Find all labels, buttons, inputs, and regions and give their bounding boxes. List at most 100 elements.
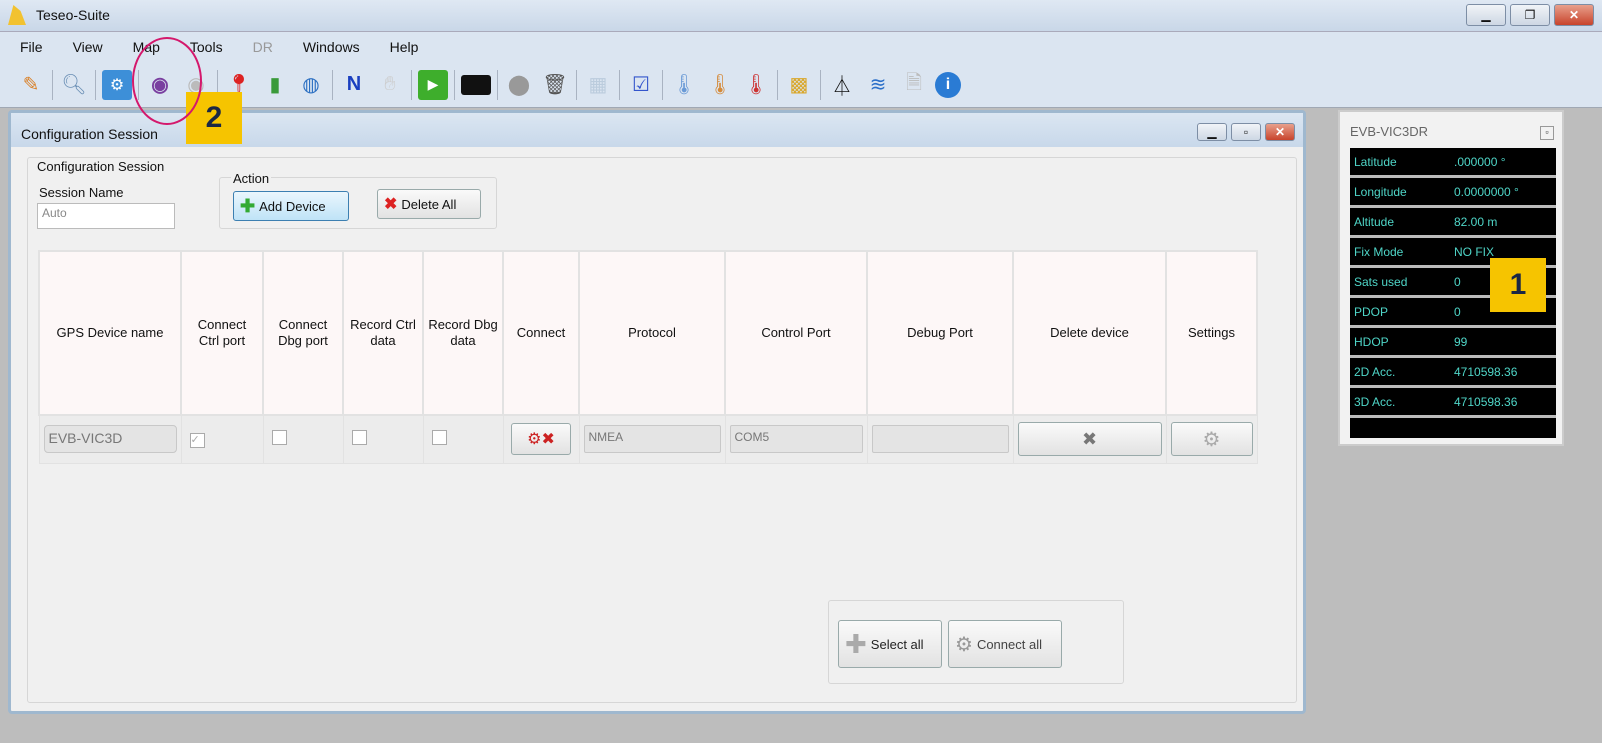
gps-label: HDOP	[1354, 334, 1389, 349]
col-record-dbg-data: Record Dbg data	[422, 250, 504, 416]
session-name-label: Session Name	[39, 185, 124, 200]
gps-label: PDOP	[1354, 304, 1389, 319]
n-icon[interactable]: N	[339, 70, 369, 100]
device-table: GPS Device name Connect Ctrl port Connec…	[38, 250, 1258, 464]
window-close-button[interactable]: ✕	[1265, 123, 1295, 141]
col-delete-device: Delete device	[1012, 250, 1167, 416]
database-icon[interactable]: ⬤	[504, 70, 534, 100]
plus-icon: ✚	[845, 628, 867, 659]
col-connect: Connect	[502, 250, 580, 416]
gps-label: 2D Acc.	[1354, 364, 1396, 379]
gps-value: 99	[1454, 334, 1468, 349]
gps-label: Fix Mode	[1354, 244, 1404, 259]
delete-icon: ✖	[384, 196, 398, 213]
play-icon[interactable]: ▶	[418, 69, 448, 100]
col-gps-device-name: GPS Device name	[38, 250, 182, 416]
gps-value: .000000 °	[1454, 154, 1506, 169]
col-control-port: Control Port	[724, 250, 868, 416]
gps-row: Altitude 82.00 m	[1350, 208, 1556, 238]
map2-icon[interactable]: ▩	[784, 70, 814, 100]
app-icon	[8, 5, 26, 25]
table-row: EVB-VIC3D ✓ ⚙✖ NMEA COM5 ✖ ⚙	[38, 414, 1258, 464]
gps-row: HDOP 99	[1350, 328, 1556, 358]
trash-icon[interactable]: 🗑︎	[540, 70, 570, 100]
device-name-field[interactable]: EVB-VIC3D	[43, 425, 177, 454]
search-icon[interactable]: 🔍︎	[59, 70, 89, 100]
globe-icon[interactable]: ◍	[296, 70, 326, 100]
antenna-icon[interactable]: ⏃	[827, 70, 857, 100]
gps-label: Sats used	[1354, 274, 1408, 289]
group-title: Configuration Session	[35, 159, 167, 174]
protocol-field[interactable]: NMEA	[583, 425, 721, 454]
gps-label: Longitude	[1354, 184, 1407, 199]
menu-tools[interactable]: Tools	[190, 39, 223, 55]
col-debug-port: Debug Port	[866, 250, 1014, 416]
gps-row: 3D Acc. 4710598.36	[1350, 388, 1556, 418]
gps-label: 3D Acc.	[1354, 394, 1396, 409]
gps-value: 4710598.36	[1454, 394, 1518, 409]
doc-icon[interactable]: 🗎	[899, 70, 929, 100]
thermo-orange-icon[interactable]: 🌡︎	[705, 70, 735, 100]
terminal-icon[interactable]	[461, 74, 491, 95]
info-icon[interactable]: i	[935, 71, 961, 98]
highlight-circle	[132, 37, 202, 125]
add-device-button[interactable]: ✚ Add Device	[233, 191, 349, 221]
menu-dr: DR	[252, 39, 273, 55]
connect-icon[interactable]: ⚙	[102, 69, 132, 100]
callout-1: 1	[1490, 258, 1546, 312]
gps-value: 0	[1454, 274, 1461, 289]
gps-value: 0	[1454, 304, 1461, 319]
menu-windows[interactable]: Windows	[303, 39, 360, 55]
gear-icon: ⚙	[1202, 428, 1221, 451]
delete-all-button[interactable]: ✖ Delete All	[377, 189, 481, 219]
thermo-red-icon[interactable]: 🌡︎	[741, 70, 771, 100]
window-restore-button[interactable]: ▫	[1231, 123, 1261, 141]
connect-all-button[interactable]: ⚙ Connect all	[948, 620, 1062, 668]
gps-value: 4710598.36	[1454, 364, 1518, 379]
wave-icon[interactable]: ≋	[863, 70, 893, 100]
record-dbg-checkbox[interactable]	[431, 430, 447, 446]
connect-icon: ⚙	[955, 633, 973, 656]
close-button[interactable]: ✕	[1554, 4, 1594, 26]
gps-label: Latitude	[1354, 154, 1397, 169]
select-all-button[interactable]: ✚ Select all	[838, 620, 942, 668]
col-connect-ctrl-port: Connect Ctrl port	[180, 250, 264, 416]
restore-button[interactable]: ❐	[1510, 4, 1550, 26]
title-bar: Teseo-Suite ▁ ❐ ✕	[0, 0, 1602, 32]
panel-close-button[interactable]: ▫	[1540, 126, 1554, 140]
debug-port-field[interactable]	[871, 425, 1009, 454]
map-icon[interactable]: ▦	[583, 70, 613, 100]
gps-value: 0.0000000 °	[1454, 184, 1519, 199]
chart-icon[interactable]: ▮	[260, 70, 290, 100]
delete-device-button[interactable]: ✖	[1017, 422, 1162, 457]
gps-value: NO FIX	[1454, 244, 1495, 259]
app-title: Teseo-Suite	[36, 7, 110, 23]
menu-bar: File View Map Tools DR Windows Help	[0, 32, 1602, 62]
session-name-input[interactable]: Auto	[37, 203, 175, 229]
col-protocol: Protocol	[578, 250, 726, 416]
gps-row: Latitude .000000 °	[1350, 148, 1556, 178]
connect-ctrl-checkbox[interactable]: ✓	[189, 432, 205, 448]
hand-icon: ✋︎	[384, 73, 396, 95]
window-minimize-button[interactable]: ▁	[1197, 123, 1227, 141]
thermo-blue-icon[interactable]: 🌡︎	[669, 70, 699, 100]
gps-row: Longitude 0.0000000 °	[1350, 178, 1556, 208]
col-record-ctrl-data: Record Ctrl data	[342, 250, 424, 416]
record-ctrl-checkbox[interactable]	[351, 430, 367, 446]
gps-row: 2D Acc. 4710598.36	[1350, 358, 1556, 388]
menu-view[interactable]: View	[73, 39, 103, 55]
edit-icon[interactable]: ✎	[16, 70, 46, 100]
minimize-button[interactable]: ▁	[1466, 4, 1506, 26]
connect-button[interactable]: ⚙✖	[511, 423, 571, 456]
menu-help[interactable]: Help	[390, 39, 419, 55]
disconnected-icon: ⚙✖	[527, 431, 555, 449]
window-title: Configuration Session	[21, 126, 158, 142]
settings-button[interactable]: ⚙	[1170, 422, 1253, 457]
gps-value: 82.00 m	[1454, 214, 1498, 229]
connect-dbg-checkbox[interactable]	[271, 430, 287, 446]
control-port-field[interactable]: COM5	[729, 425, 863, 454]
action-label: Action	[231, 171, 272, 186]
menu-file[interactable]: File	[20, 39, 43, 55]
plus-icon: ✚	[240, 195, 256, 216]
check-icon[interactable]: ☑	[626, 70, 656, 100]
